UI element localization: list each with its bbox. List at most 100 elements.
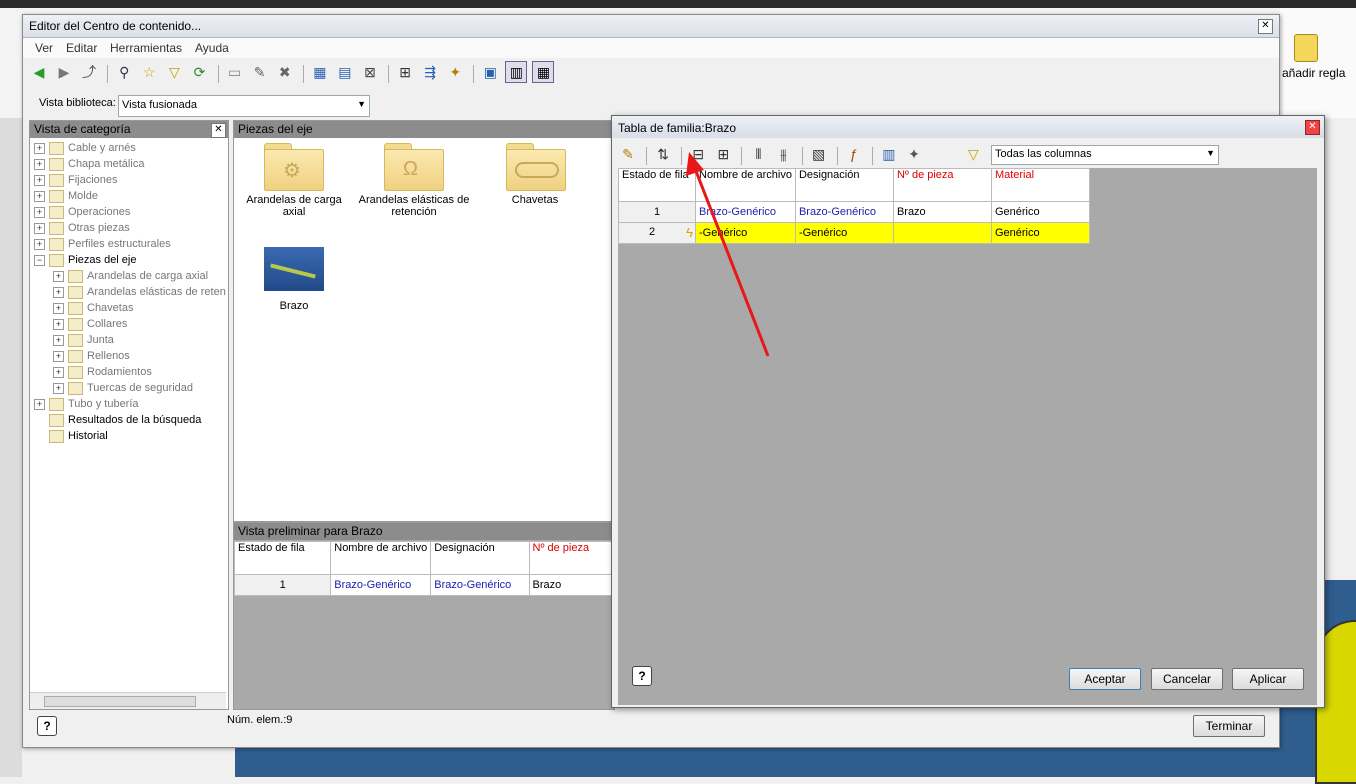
expand-icon[interactable]: − (34, 254, 45, 266)
tree-item[interactable]: + Otras piezas (34, 220, 226, 236)
tree-icon[interactable]: ⊞ (395, 62, 415, 82)
expand-icon[interactable]: + (53, 286, 64, 298)
table-row[interactable]: 1 Brazo-Genérico Brazo-Genérico Brazo (233, 574, 614, 596)
filter-icon[interactable]: ▽ (968, 146, 979, 163)
expand-icon[interactable]: + (53, 270, 64, 282)
tree-item[interactable]: +Resultados de la búsqueda (34, 412, 226, 428)
tree-item[interactable]: + Collares (34, 316, 226, 332)
column-header[interactable]: Designación (430, 541, 530, 575)
tree-item[interactable]: + Arandelas elásticas de reten (34, 284, 226, 300)
menu-ayuda[interactable]: Ayuda (195, 41, 229, 55)
tree-item[interactable]: + Fijaciones (34, 172, 226, 188)
up-icon[interactable]: ⤴ (79, 62, 99, 82)
search-icon[interactable]: ⚲ (114, 62, 134, 82)
column-header[interactable]: Estado de fila (233, 541, 332, 575)
cell[interactable] (892, 222, 992, 244)
insert-column-icon[interactable]: ⫴ (748, 144, 768, 164)
cell[interactable]: -Genérico (695, 222, 796, 244)
part-thumbnail[interactable] (264, 247, 324, 291)
column-visibility-icon[interactable]: ▥ (879, 144, 899, 164)
column-header[interactable]: Nombre de archivo (330, 541, 432, 575)
family-table-icon[interactable]: ▤ (335, 62, 355, 82)
cell[interactable]: Genérico (990, 222, 1090, 244)
expand-icon[interactable]: + (53, 302, 64, 314)
apply-button[interactable]: Aplicar (1232, 668, 1304, 690)
expand-icon[interactable]: + (53, 382, 64, 394)
tree-item[interactable]: + Operaciones (34, 204, 226, 220)
tree-item[interactable]: + Chavetas (34, 300, 226, 316)
tree-item[interactable]: + Tuercas de seguridad (34, 380, 226, 396)
cancel-button[interactable]: Cancelar (1151, 668, 1223, 690)
details-view-icon[interactable]: ▥ (505, 61, 528, 83)
rule-icon[interactable] (1294, 34, 1318, 62)
column-header[interactable]: Nº de pieza (528, 541, 614, 575)
delete-row-icon[interactable]: ⊞ (713, 144, 733, 164)
tree-item[interactable]: + Cable y arnés (34, 140, 226, 156)
expand-icon[interactable]: + (53, 334, 64, 346)
chevron-down-icon[interactable]: ▼ (357, 99, 366, 109)
forward-icon[interactable]: ▶ (54, 62, 74, 82)
filter-icon[interactable]: ▽ (164, 62, 184, 82)
column-header[interactable]: Designación (794, 168, 894, 202)
column-header[interactable]: Nº de pieza (892, 168, 992, 202)
expand-icon[interactable]: + (53, 366, 64, 378)
tree-item[interactable]: + Perfiles estructurales (34, 236, 226, 252)
tree-item[interactable]: + Arandelas de carga axial (34, 268, 226, 284)
horizontal-scrollbar[interactable] (30, 692, 226, 709)
item-label[interactable]: Arandelas elásticas de retención (354, 194, 474, 218)
publish-icon[interactable]: ⇶ (420, 62, 440, 82)
expand-icon[interactable]: + (34, 206, 45, 218)
cell[interactable]: Brazo-Genérico (695, 201, 796, 223)
tools-icon[interactable]: ✦ (904, 144, 924, 164)
chevron-down-icon[interactable]: ▼ (1206, 148, 1215, 158)
tree-item[interactable]: + Tubo y tubería (34, 396, 226, 412)
cell[interactable]: Brazo (892, 201, 992, 223)
accept-button[interactable]: Aceptar (1069, 668, 1141, 690)
close-icon[interactable]: ✕ (1258, 19, 1273, 34)
close-icon[interactable]: ✕ (1305, 120, 1320, 135)
favorites-icon[interactable]: ☆ (139, 62, 159, 82)
scrollbar-thumb[interactable] (44, 696, 196, 707)
view-options-icon[interactable]: ▣ (480, 62, 500, 82)
sort-icon[interactable]: ⇅ (653, 144, 673, 164)
tree-item[interactable]: + Junta (34, 332, 226, 348)
add-rule-label[interactable]: añadir regla (1282, 66, 1345, 80)
tree-item[interactable]: + Chapa metálica (34, 156, 226, 172)
family-properties-icon[interactable]: ▦ (310, 62, 330, 82)
expand-icon[interactable]: + (34, 142, 45, 154)
back-icon[interactable]: ◀ (29, 62, 49, 82)
tree-item[interactable]: − Piezas del eje (34, 252, 226, 268)
edit-category-icon[interactable]: ✎ (250, 62, 270, 82)
item-label[interactable]: Arandelas de carga axial (234, 194, 354, 218)
image-icon[interactable]: ⊠ (360, 62, 380, 82)
column-properties-icon[interactable]: ▧ (809, 144, 829, 164)
expand-icon[interactable]: + (34, 174, 45, 186)
item-label[interactable]: Brazo (234, 300, 354, 312)
menu-editar[interactable]: Editar (66, 41, 97, 55)
table-row[interactable]: 2 ϟ -Genérico -Genérico Genérico (618, 222, 1090, 244)
help-button[interactable]: ? (37, 716, 57, 736)
expand-icon[interactable]: + (34, 158, 45, 170)
expand-icon[interactable]: + (53, 350, 64, 362)
expand-icon[interactable]: + (34, 222, 45, 234)
wizard-icon[interactable]: ✦ (445, 62, 465, 82)
tree-item[interactable]: + Rellenos (34, 348, 226, 364)
expand-icon[interactable]: + (34, 190, 45, 202)
cell[interactable]: Brazo-Genérico (794, 201, 894, 223)
formula-icon[interactable]: ƒ (844, 144, 864, 164)
expand-icon[interactable]: + (34, 398, 45, 410)
help-button[interactable]: ? (632, 666, 652, 686)
library-view-select[interactable]: Vista fusionada ▼ (118, 95, 370, 117)
expand-icon[interactable]: + (53, 318, 64, 330)
menu-ver[interactable]: Ver (35, 41, 53, 55)
cell[interactable]: Genérico (990, 201, 1090, 223)
insert-row-icon[interactable]: ⊟ (688, 144, 708, 164)
column-header[interactable]: Nombre de archivo (695, 168, 796, 202)
delete-column-icon[interactable]: ⫵ (774, 144, 794, 164)
item-label[interactable]: Chavetas (475, 194, 595, 206)
column-filter-select[interactable]: Todas las columnas ▼ (991, 145, 1219, 165)
close-icon[interactable]: ✕ (211, 123, 226, 138)
expand-icon[interactable]: + (34, 238, 45, 250)
thumbnail-view-icon[interactable]: ▦ (532, 61, 555, 83)
tree-item[interactable]: + Molde (34, 188, 226, 204)
